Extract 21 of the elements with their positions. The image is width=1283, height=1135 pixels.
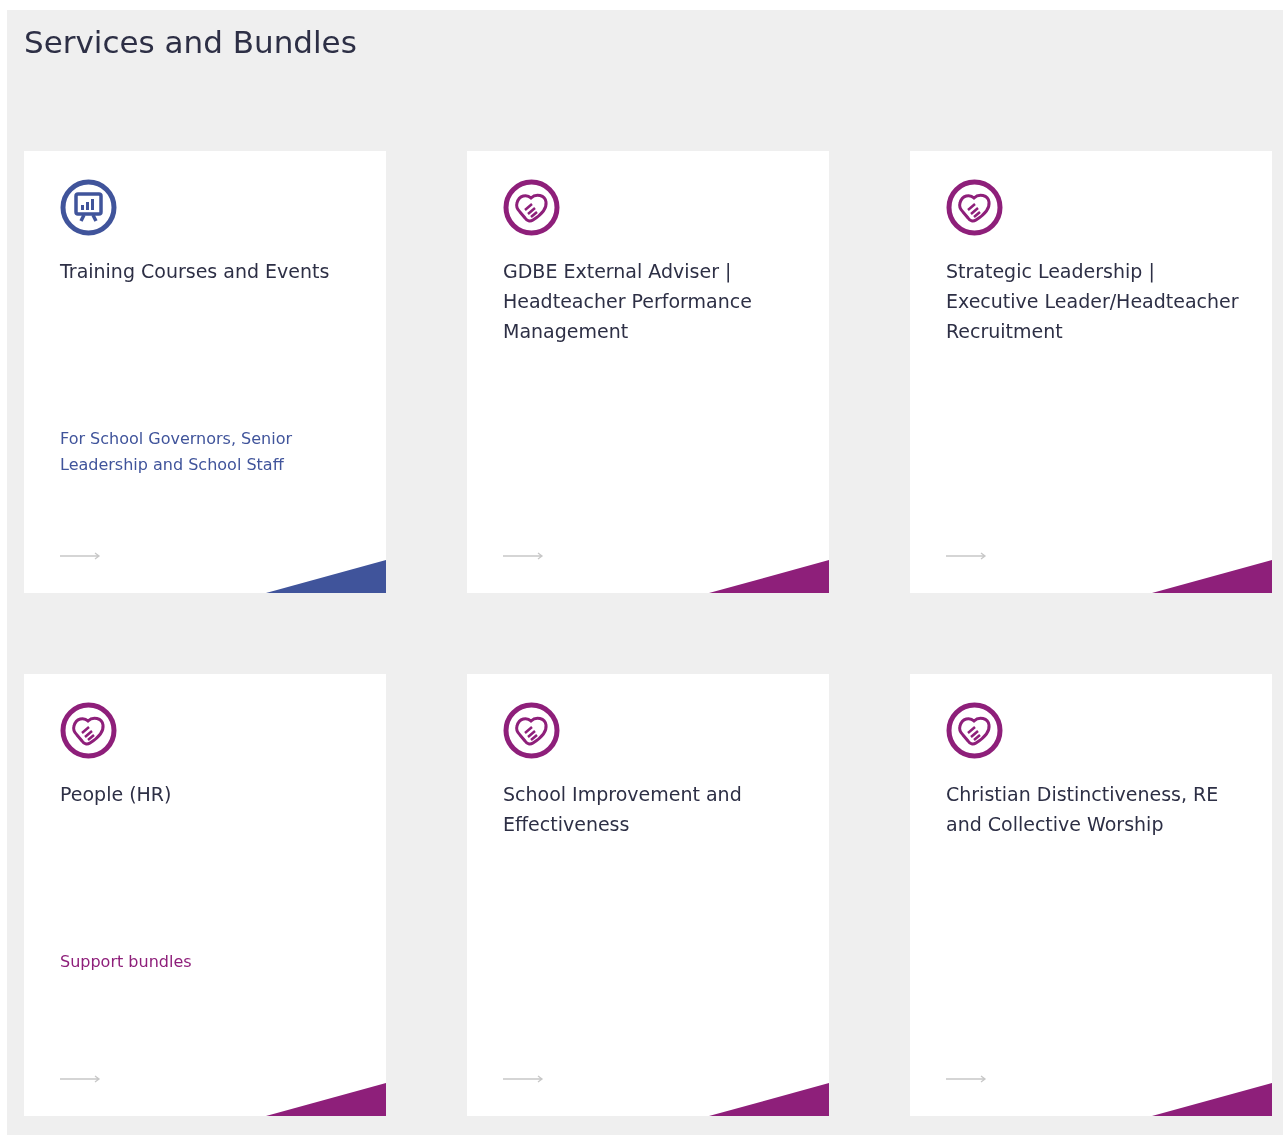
service-card[interactable]: GDBE External Adviser | Headteacher Performance Management (467, 151, 829, 594)
service-card[interactable]: People (HR) Support bundles (24, 674, 386, 1117)
card-title: Christian Distinctiveness, RE and Collective Worship (946, 782, 1220, 838)
service-card[interactable]: Training Courses and Events For School Governors, Senior Leadership and School Staff (24, 151, 386, 594)
arrow-icon[interactable] (60, 552, 101, 561)
card-subtitle: Support bundles (60, 951, 192, 974)
arrow-icon[interactable] (946, 552, 987, 561)
arrow-icon[interactable] (503, 1075, 544, 1084)
card-title: Training Courses and Events (60, 259, 330, 285)
arrow-icon[interactable] (60, 1075, 101, 1084)
card-title: GDBE External Adviser | Headteacher Performance Management (503, 259, 753, 345)
arrow-icon[interactable] (503, 552, 544, 561)
section-title: Services and Bundles (24, 24, 357, 62)
service-card[interactable]: Strategic Leadership | Executive Leader/Headteacher Recruitment (910, 151, 1272, 594)
service-card[interactable]: School Improvement and Effectiveness (467, 674, 829, 1117)
card-subtitle: For School Governors, Senior Leadership and School Staff (60, 428, 294, 477)
card-title: School Improvement and Effectiveness (503, 782, 743, 838)
card-title: Strategic Leadership | Executive Leader/Headteacher Recruitment (946, 259, 1240, 345)
service-card[interactable]: Christian Distinctiveness, RE and Collective Worship (910, 674, 1272, 1117)
card-title: People (HR) (60, 782, 172, 808)
arrow-icon[interactable] (946, 1075, 987, 1084)
